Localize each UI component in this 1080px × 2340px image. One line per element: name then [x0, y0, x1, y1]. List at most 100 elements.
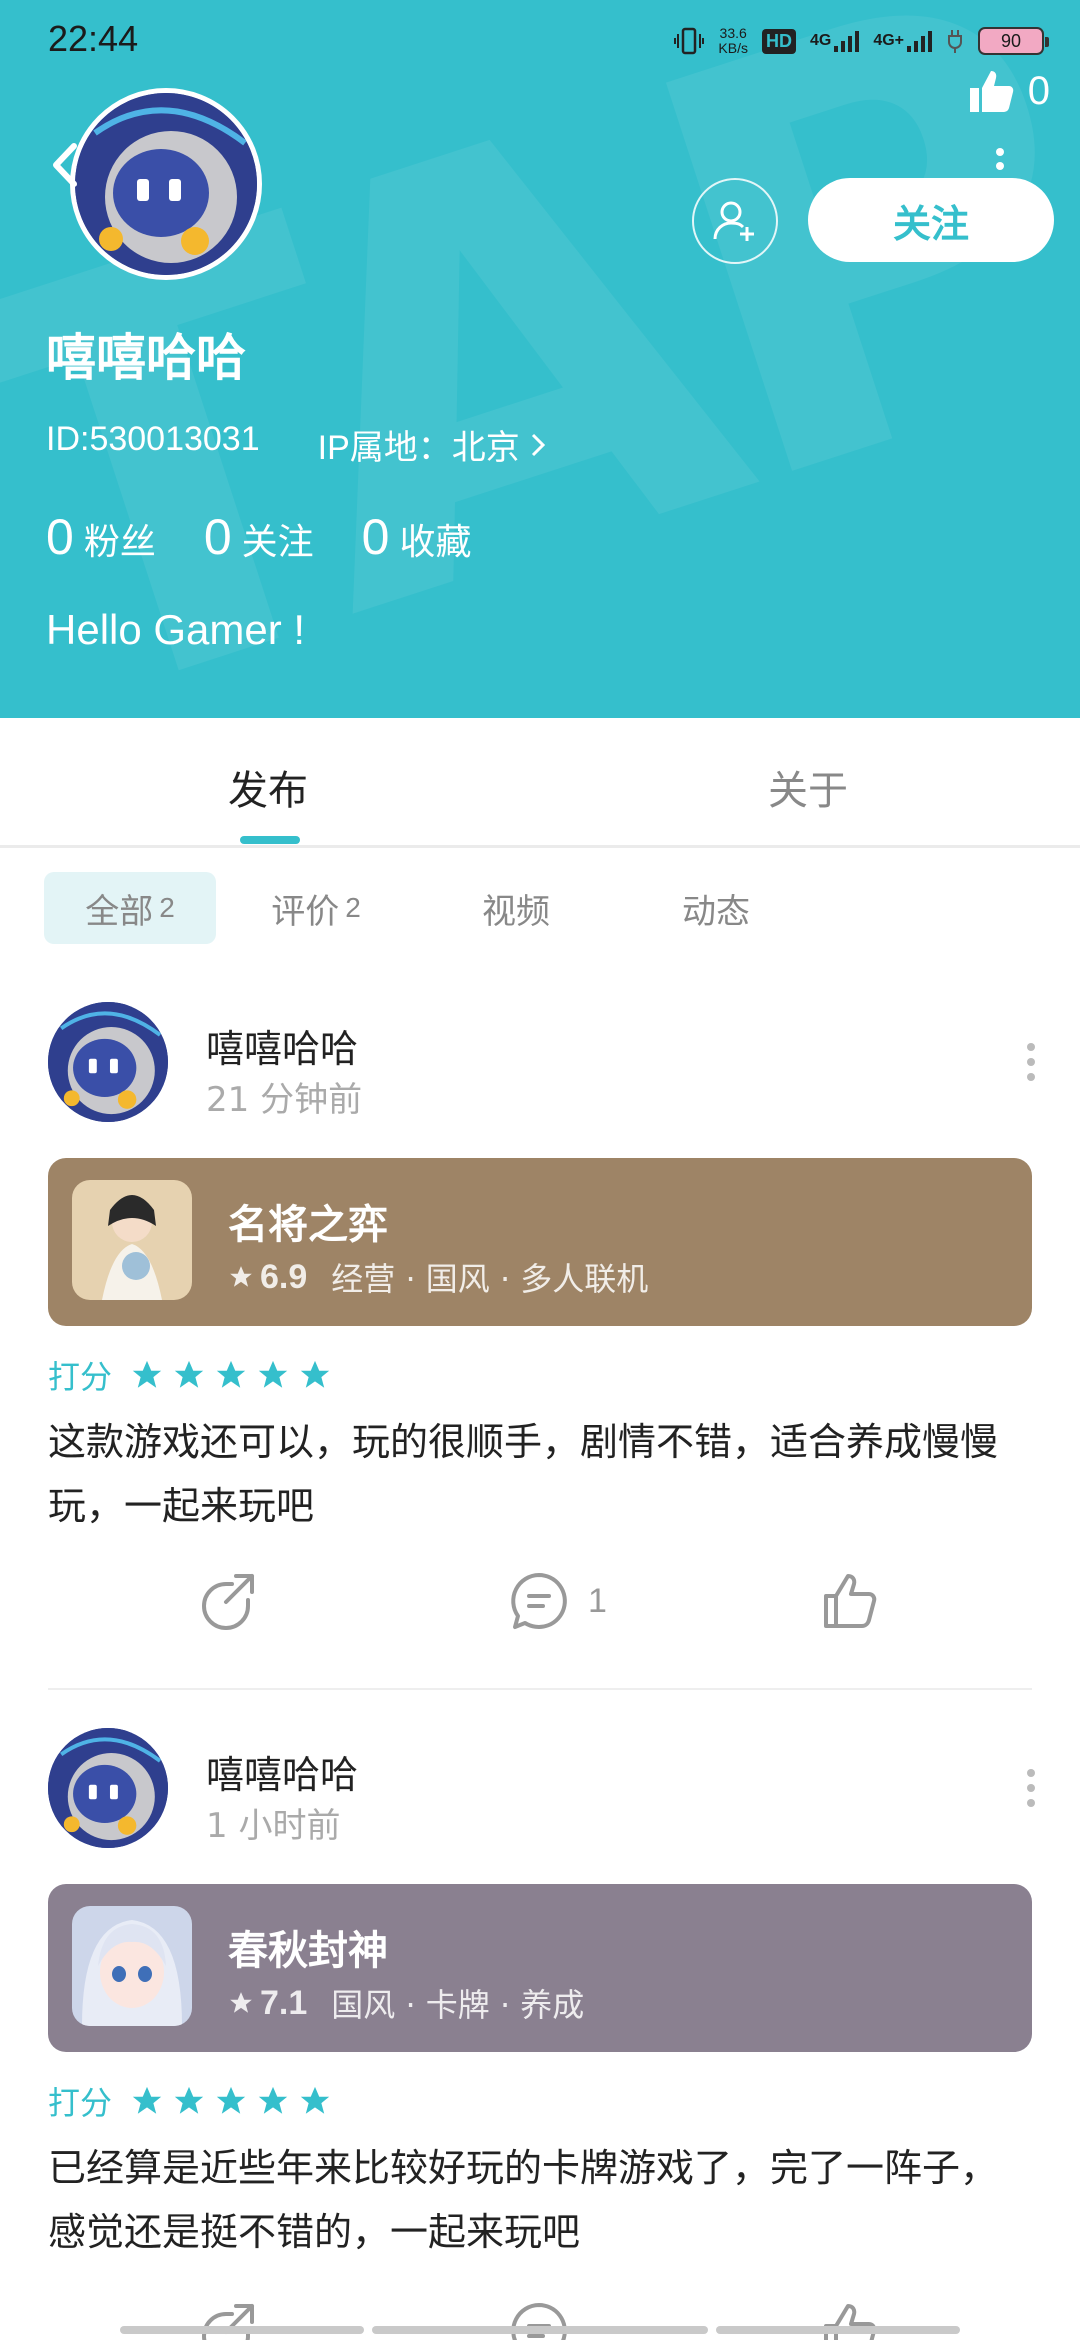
comment-icon	[511, 2303, 567, 2340]
star-icon	[132, 2086, 162, 2114]
share-icon	[202, 2304, 254, 2340]
battery-level: 90	[1000, 30, 1022, 51]
filter-all[interactable]: 全部 2	[44, 872, 216, 944]
ip-location-text: IP属地：北京	[317, 429, 520, 467]
post-rating: 打分	[48, 1352, 332, 1398]
filter-label: 视频	[482, 891, 550, 932]
profile-like-button[interactable]: 0	[968, 68, 1050, 114]
share-button[interactable]	[196, 1570, 258, 1632]
star-icon	[230, 1992, 252, 2013]
post-time: 21 分钟前	[206, 1080, 363, 1120]
tab-publish[interactable]: 发布	[228, 758, 308, 816]
signal1-label: 4G	[809, 32, 832, 49]
game-icon	[72, 1180, 192, 1300]
nav-gesture-bar	[372, 2326, 708, 2334]
profile-id-line: ID:530013031 IP属地：北京	[46, 420, 546, 469]
thumbs-up-icon	[969, 71, 1014, 112]
post-author: 嘻嘻哈哈	[206, 1027, 359, 1071]
network-speed: 33.6 KB/s	[718, 26, 748, 56]
nav-gesture-bar	[120, 2326, 364, 2334]
add-user-icon	[713, 201, 754, 241]
net-speed-unit: KB/s	[718, 40, 748, 56]
game-card[interactable]: 春秋封神 7.1 国风 · 卡牌 · 养成	[48, 1884, 1032, 2052]
star-icon	[174, 2086, 204, 2114]
profile-tabs: 发布 关于	[0, 718, 1080, 848]
post-rating: 打分	[48, 2078, 332, 2124]
filter-moments[interactable]: 动态	[616, 872, 816, 944]
star-icon	[174, 1360, 204, 1388]
profile-username: 嘻嘻哈哈	[46, 329, 246, 387]
filter-chips: 全部 2 评价 2 视频 动态	[44, 872, 816, 944]
stat-following[interactable]: 0 关注	[204, 508, 314, 566]
post-avatar[interactable]	[48, 1002, 168, 1122]
post-text[interactable]: 这款游戏还可以，玩的很顺手，剧情不错，适合养成慢慢玩，一起来玩吧	[48, 1410, 1032, 1538]
filter-count: 2	[345, 892, 361, 923]
hd-icon: HD	[761, 24, 796, 58]
game-icon	[72, 1906, 192, 2026]
post-more-icon[interactable]	[1026, 1042, 1036, 1082]
status-icons: 33.6 KB/s HD 4G 4G+ 90	[674, 24, 1049, 58]
back-button[interactable]	[46, 140, 82, 190]
chevron-right-icon	[531, 433, 545, 456]
star-icon	[300, 1360, 330, 1388]
filter-videos[interactable]: 视频	[416, 872, 616, 944]
share-icon	[202, 1574, 254, 1630]
signal-4g-icon: 4G	[809, 24, 860, 58]
filter-label: 动态	[682, 891, 750, 932]
more-options-icon[interactable]	[996, 148, 1004, 178]
status-bar: 22:44 33.6 KB/s HD 4G 4G+ 90	[0, 0, 1080, 80]
like-button[interactable]	[820, 1570, 882, 1632]
game-tags: 经营 · 国风 · 多人联机	[331, 1260, 649, 1298]
add-friend-button[interactable]	[692, 178, 778, 264]
stat-fans[interactable]: 0 粉丝	[46, 508, 156, 566]
tab-active-indicator	[240, 836, 300, 844]
net-speed-value: 33.6	[719, 25, 747, 41]
user-id: ID:530013031	[46, 420, 260, 458]
comment-button[interactable]: 1	[508, 1570, 607, 1632]
star-icon	[258, 2086, 288, 2114]
follow-button[interactable]: 关注	[808, 178, 1054, 262]
vibrate-icon	[674, 24, 705, 58]
comment-button[interactable]	[508, 2300, 570, 2340]
star-icon	[258, 1360, 288, 1388]
post-text[interactable]: 已经算是近些年来比较好玩的卡牌游戏了，完了一阵子，感觉还是挺不错的，一起来玩吧	[48, 2136, 1032, 2264]
star-icon	[132, 1360, 162, 1388]
game-meta: 7.1 国风 · 卡牌 · 养成	[228, 1980, 584, 2026]
post-time: 1 小时前	[206, 1806, 341, 1846]
charging-icon	[946, 24, 964, 58]
game-score: 7.1	[260, 1983, 308, 2022]
share-button[interactable]	[196, 2300, 258, 2340]
post-actions	[0, 2300, 1080, 2340]
game-card[interactable]: 名将之弈 6.9 经营 · 国风 · 多人联机	[48, 1158, 1032, 1326]
post-avatar[interactable]	[48, 1728, 168, 1848]
thumbs-up-icon	[824, 1574, 877, 1628]
rating-stars	[130, 2084, 332, 2118]
signal-4gplus-icon: 4G+	[873, 24, 932, 58]
filter-label: 评价	[271, 891, 340, 932]
stat-value: 0	[361, 509, 390, 565]
stat-label: 关注	[241, 522, 314, 563]
stat-label: 收藏	[399, 522, 472, 563]
profile-stats: 0 粉丝 0 关注 0 收藏	[46, 508, 471, 566]
comment-count: 1	[588, 1581, 607, 1620]
signal2-label: 4G+	[873, 32, 904, 49]
filter-reviews[interactable]: 评价 2	[216, 872, 416, 944]
like-button[interactable]	[820, 2300, 882, 2340]
filter-label: 全部	[85, 891, 154, 932]
battery-indicator: 90	[978, 27, 1049, 55]
game-score: 6.9	[260, 1257, 308, 1296]
ip-location[interactable]: IP属地：北京	[318, 420, 546, 469]
status-time: 22:44	[48, 18, 139, 59]
post-divider	[48, 1688, 1032, 1690]
tab-about[interactable]: 关于	[768, 758, 848, 816]
profile-header: TAP 22:44 33.6 KB/s HD 4G 4G+ 90 0 关注 嘻嘻…	[0, 0, 1080, 718]
post-author: 嘻嘻哈哈	[206, 1753, 359, 1797]
stat-label: 粉丝	[83, 522, 156, 563]
stat-favorites[interactable]: 0 收藏	[362, 508, 472, 566]
star-icon	[230, 1266, 252, 1287]
filter-count: 2	[159, 892, 175, 923]
game-title: 名将之弈	[228, 1202, 388, 1248]
post-more-icon[interactable]	[1026, 1768, 1036, 1808]
comment-icon	[511, 1573, 567, 1629]
rating-label: 打分	[48, 1358, 113, 1396]
